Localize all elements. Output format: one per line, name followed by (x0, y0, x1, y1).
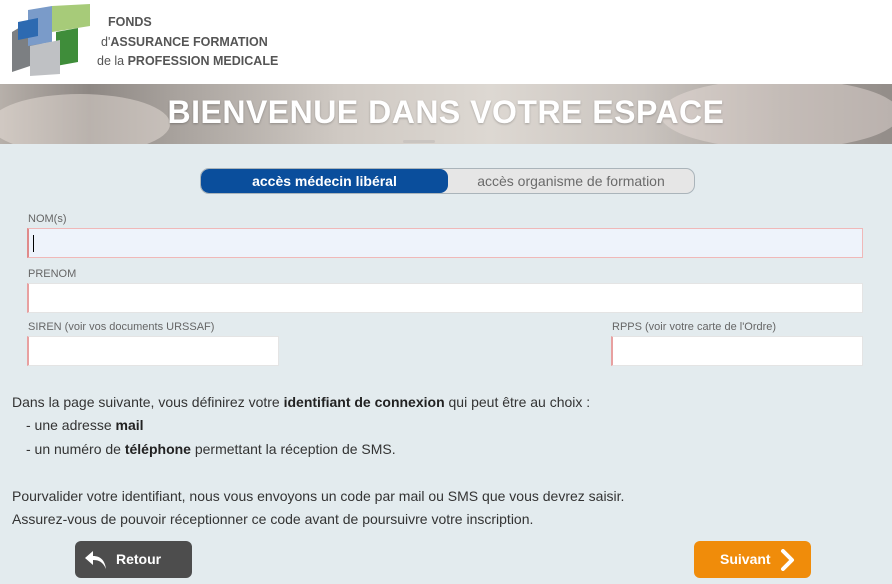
info-intro-text-a: Dans la page suivante, vous définirez vo… (12, 394, 284, 410)
info-option-phone-text-a: - un numéro de (26, 441, 125, 457)
header: FONDS d'ASSURANCE FORMATION de la PROFES… (0, 0, 892, 84)
nom-field[interactable] (27, 228, 863, 258)
prenom-field[interactable] (27, 283, 863, 313)
tab-medecin-liberal[interactable]: accès médecin libéral (201, 169, 448, 193)
back-arrow-icon (85, 551, 106, 569)
info-option-mail-bold: mail (115, 417, 144, 433)
brand-line-1: FONDS (108, 15, 152, 29)
rpps-label: RPPS (voir votre carte de l'Ordre) (612, 321, 777, 333)
nom-label: NOM(s) (28, 213, 67, 225)
brand-line-3-bold: PROFESSION MEDICALE (127, 54, 279, 68)
tab-organisme-formation[interactable]: accès organisme de formation (448, 169, 694, 193)
next-button[interactable]: Suivant (694, 541, 811, 578)
hero-banner: BIENVENUE DANS VOTRE ESPACE (0, 84, 892, 144)
info-intro-bold: identifiant de connexion (283, 394, 445, 410)
chevron-right-icon (781, 549, 794, 571)
info-option-phone: - un numéro de téléphone permettant la r… (26, 441, 396, 457)
access-type-toggle: accès médecin libéral accès organisme de… (200, 168, 695, 194)
siren-label: SIREN (voir vos documents URSSAF) (28, 321, 215, 333)
brand-line-3: de la PROFESSION MEDICALE (97, 52, 278, 72)
next-button-label: Suivant (720, 551, 771, 567)
info-option-phone-bold: téléphone (124, 441, 191, 457)
rpps-field[interactable] (611, 336, 863, 366)
brand-line-2: d'ASSURANCE FORMATION (97, 33, 278, 53)
back-button-label: Retour (116, 551, 162, 567)
brand-line-3-prefix: de la (97, 54, 128, 68)
siren-field[interactable] (27, 336, 279, 366)
info-option-mail: - une adresse mail (26, 417, 144, 433)
info-option-mail-text: - une adresse (26, 417, 116, 433)
back-button[interactable]: Retour (75, 541, 192, 578)
brand-name: FONDS d'ASSURANCE FORMATION de la PROFES… (97, 13, 278, 72)
brand-line-2-bold: ASSURANCE FORMATION (110, 34, 268, 49)
prenom-label: PRENOM (28, 268, 77, 280)
info-intro-text-c: qui peut être au choix : (444, 394, 591, 410)
info-validation-line-2: Assurez-vous de pouvoir réceptionner ce … (12, 511, 534, 527)
info-option-phone-text-c: permettant la réception de SMS. (190, 441, 396, 457)
hero-divider (403, 140, 435, 143)
text-cursor (33, 235, 34, 252)
fafpm-logo[interactable] (8, 2, 94, 78)
info-intro: Dans la page suivante, vous définirez vo… (12, 394, 590, 410)
brand-line-2-prefix: d' (101, 34, 111, 49)
info-validation-line-1: Pourvalider votre identifiant, nous vous… (12, 488, 625, 504)
page-title: BIENVENUE DANS VOTRE ESPACE (167, 94, 725, 130)
